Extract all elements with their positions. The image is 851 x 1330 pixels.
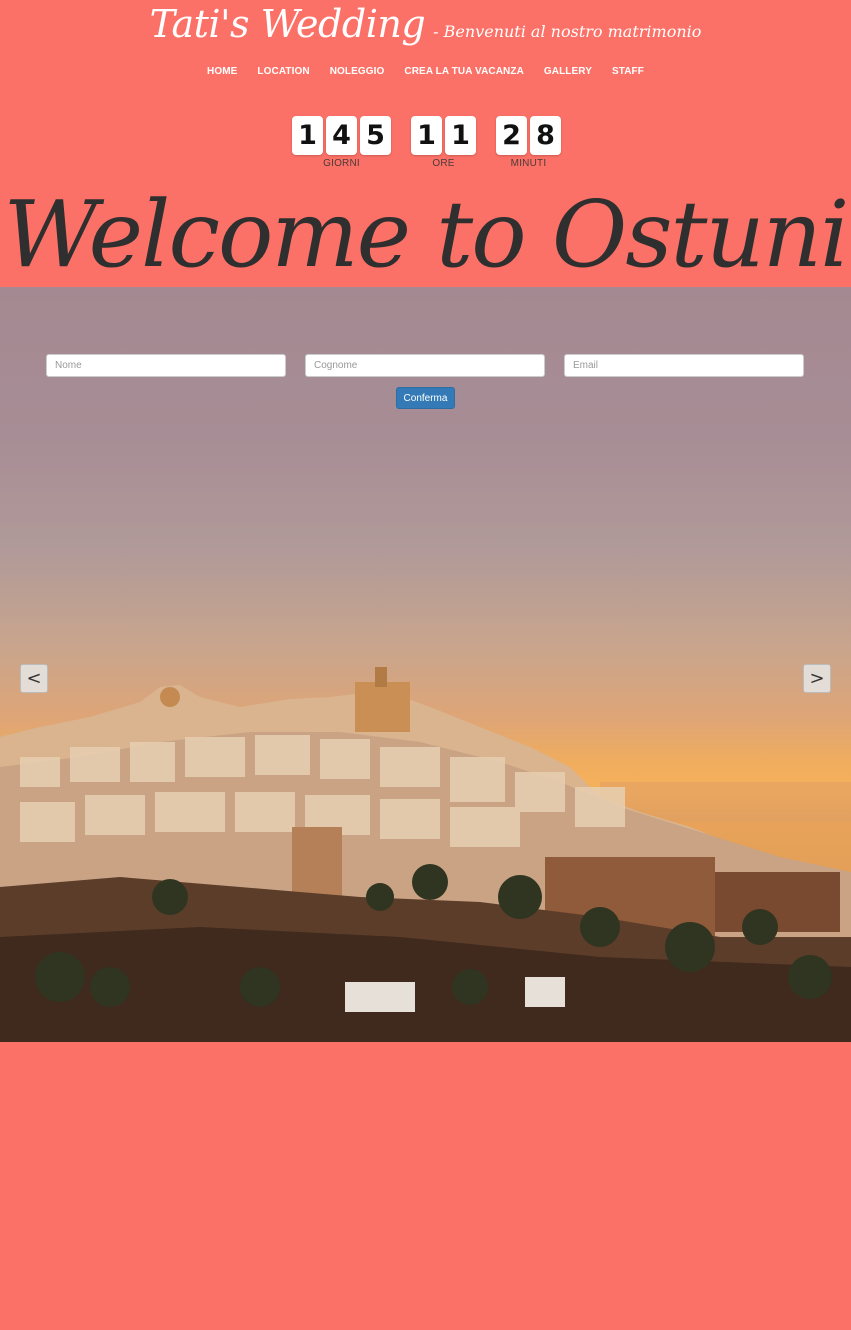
- countdown-digit: 4: [326, 116, 357, 155]
- countdown-digit: 1: [445, 116, 476, 155]
- countdown-minutes: 2 8 MINUTI: [496, 116, 561, 169]
- cognome-field[interactable]: [305, 354, 545, 377]
- carousel-next-button[interactable]: >: [803, 664, 831, 693]
- carousel-prev-button[interactable]: <: [20, 664, 48, 693]
- countdown-label-minutes: MINUTI: [510, 158, 547, 169]
- nav-item-noleggio[interactable]: NOLEGGIO: [320, 66, 395, 77]
- countdown-digit: 2: [496, 116, 527, 155]
- nav-item-home[interactable]: HOME: [197, 66, 247, 77]
- countdown-digit: 5: [360, 116, 391, 155]
- site-tagline: - Benvenuti al nostro matrimonio: [433, 22, 702, 41]
- hero-title: Welcome to Ostuni: [3, 181, 850, 288]
- countdown-digit: 8: [530, 116, 561, 155]
- conferma-button[interactable]: Conferma: [396, 387, 455, 409]
- countdown-digit: 1: [411, 116, 442, 155]
- nome-field[interactable]: [46, 354, 286, 377]
- countdown-timer: 1 4 5 GIORNI 1 1 ORE 2 8 MINUTI: [292, 116, 561, 169]
- nav-item-gallery[interactable]: GALLERY: [534, 66, 602, 77]
- countdown-days: 1 4 5 GIORNI: [292, 116, 391, 169]
- site-header: Tati's Wedding - Benvenuti al nostro mat…: [0, 2, 851, 46]
- rsvp-form: [46, 354, 804, 377]
- countdown-hours: 1 1 ORE: [411, 116, 476, 169]
- nav-item-crea-la-tua-vacanza[interactable]: CREA LA TUA VACANZA: [394, 66, 533, 77]
- nav-item-staff[interactable]: STAFF: [602, 66, 654, 77]
- countdown-digit: 1: [292, 116, 323, 155]
- hero-carousel: Conferma < >: [0, 287, 851, 1042]
- countdown-label-days: GIORNI: [323, 158, 360, 169]
- nav-item-location[interactable]: LOCATION: [247, 66, 319, 77]
- countdown-label-hours: ORE: [432, 158, 455, 169]
- email-field[interactable]: [564, 354, 804, 377]
- site-brand[interactable]: Tati's Wedding: [150, 2, 426, 46]
- main-nav: HOME LOCATION NOLEGGIO CREA LA TUA VACAN…: [0, 66, 851, 77]
